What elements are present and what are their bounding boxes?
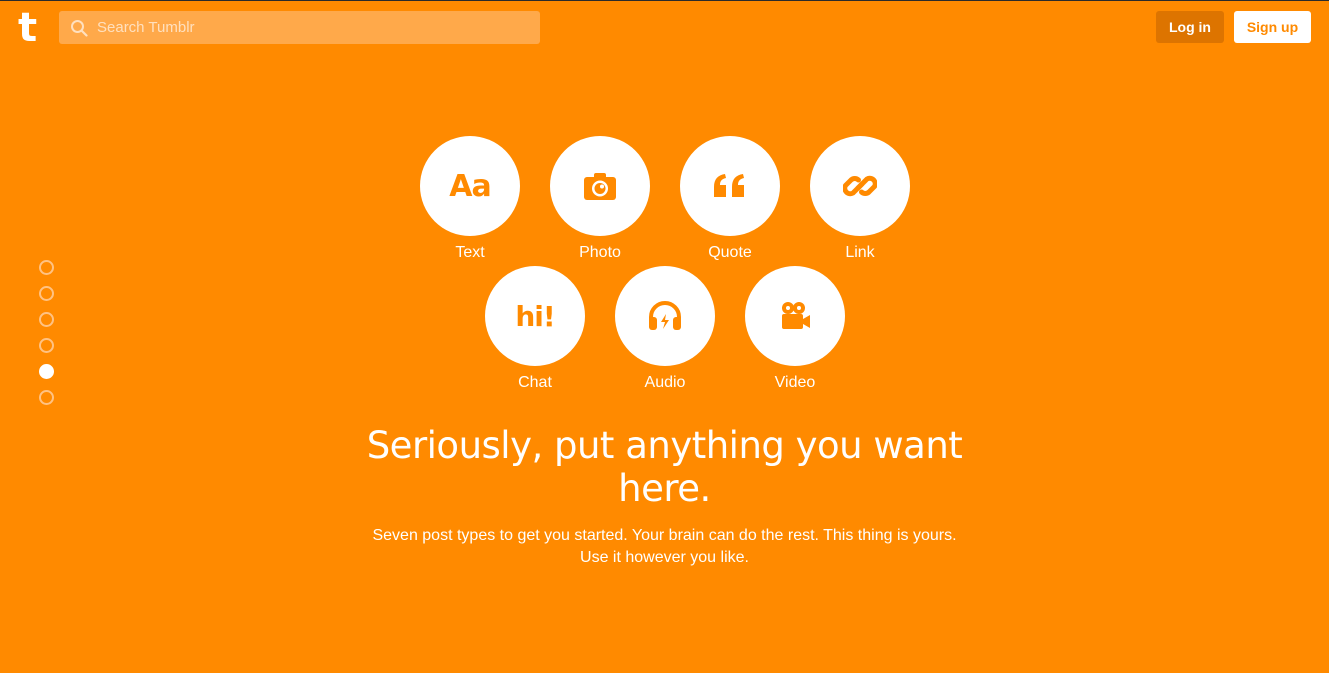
- post-type-chat[interactable]: hi! Chat: [485, 266, 585, 392]
- post-type-link[interactable]: Link: [810, 136, 910, 262]
- post-type-audio-circle[interactable]: [615, 266, 715, 366]
- post-type-chat-circle[interactable]: hi!: [485, 266, 585, 366]
- post-type-label: Quote: [708, 244, 752, 261]
- post-type-video-circle[interactable]: [745, 266, 845, 366]
- post-type-label: Text: [455, 244, 485, 261]
- pager-dot-4[interactable]: [39, 338, 54, 353]
- pager-dot-1[interactable]: [39, 260, 54, 275]
- page-headline: Seriously, put anything you want here.: [366, 424, 963, 510]
- pager-dot-5-active[interactable]: [39, 364, 54, 379]
- login-button[interactable]: Log in: [1156, 11, 1224, 43]
- pager-dot-2[interactable]: [39, 286, 54, 301]
- quote-marks-icon: [714, 174, 744, 197]
- chat-hi-icon: hi!: [515, 299, 555, 333]
- post-type-photo[interactable]: Photo: [550, 136, 650, 262]
- post-type-label: Video: [774, 374, 816, 391]
- post-type-label: Photo: [579, 244, 621, 261]
- tumblr-logo[interactable]: t: [18, 8, 46, 48]
- post-type-quote-circle[interactable]: [680, 136, 780, 236]
- video-camera-icon: [782, 302, 810, 329]
- post-type-photo-circle[interactable]: [550, 136, 650, 236]
- pager-dot-3[interactable]: [39, 312, 54, 327]
- search-bar[interactable]: [59, 11, 540, 44]
- post-type-video[interactable]: Video: [745, 266, 845, 392]
- post-type-label: Audio: [644, 374, 686, 391]
- post-type-label: Chat: [518, 374, 552, 391]
- link-icon: [843, 175, 877, 197]
- post-type-text[interactable]: Aa Text: [420, 136, 520, 262]
- search-input[interactable]: [97, 11, 527, 44]
- headphones-icon: [649, 301, 681, 330]
- post-type-link-circle[interactable]: [810, 136, 910, 236]
- page-subtext: Seven post types to get you started. You…: [372, 527, 957, 566]
- camera-icon: [584, 173, 616, 200]
- post-type-audio[interactable]: Audio: [615, 266, 715, 392]
- post-type-label: Link: [845, 244, 875, 261]
- top-border: [0, 0, 1329, 1]
- search-icon: [71, 20, 88, 37]
- pager-dot-6[interactable]: [39, 390, 54, 405]
- signup-button[interactable]: Sign up: [1234, 11, 1311, 43]
- text-aa-icon: Aa: [449, 168, 491, 204]
- post-type-text-circle[interactable]: Aa: [420, 136, 520, 236]
- post-type-quote[interactable]: Quote: [680, 136, 780, 262]
